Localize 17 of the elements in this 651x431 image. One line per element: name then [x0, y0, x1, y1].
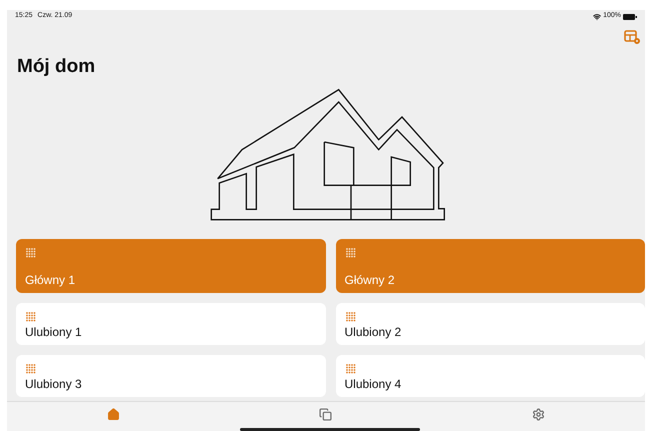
page-title: Mój dom: [16, 55, 96, 79]
room-tile[interactable]: Ulubiony 2: [336, 303, 645, 345]
light-grid-icon: [344, 247, 356, 259]
light-grid-icon: [25, 311, 37, 323]
light-grid-icon: [344, 311, 356, 323]
light-grid-icon: [25, 247, 37, 259]
copy-icon: [319, 408, 332, 421]
settings-icon: [532, 408, 546, 421]
wifi-icon: [593, 12, 602, 20]
room-tile[interactable]: Ulubiony 1: [16, 303, 326, 345]
layout-settings-icon[interactable]: [624, 30, 641, 45]
light-grid-icon: [25, 363, 37, 375]
room-tile[interactable]: Ulubiony 3: [16, 355, 326, 397]
room-tile[interactable]: Ulubiony 4: [336, 355, 645, 397]
light-grid-icon: [344, 363, 356, 375]
battery-icon: [623, 14, 637, 20]
home-icon: [106, 408, 120, 421]
